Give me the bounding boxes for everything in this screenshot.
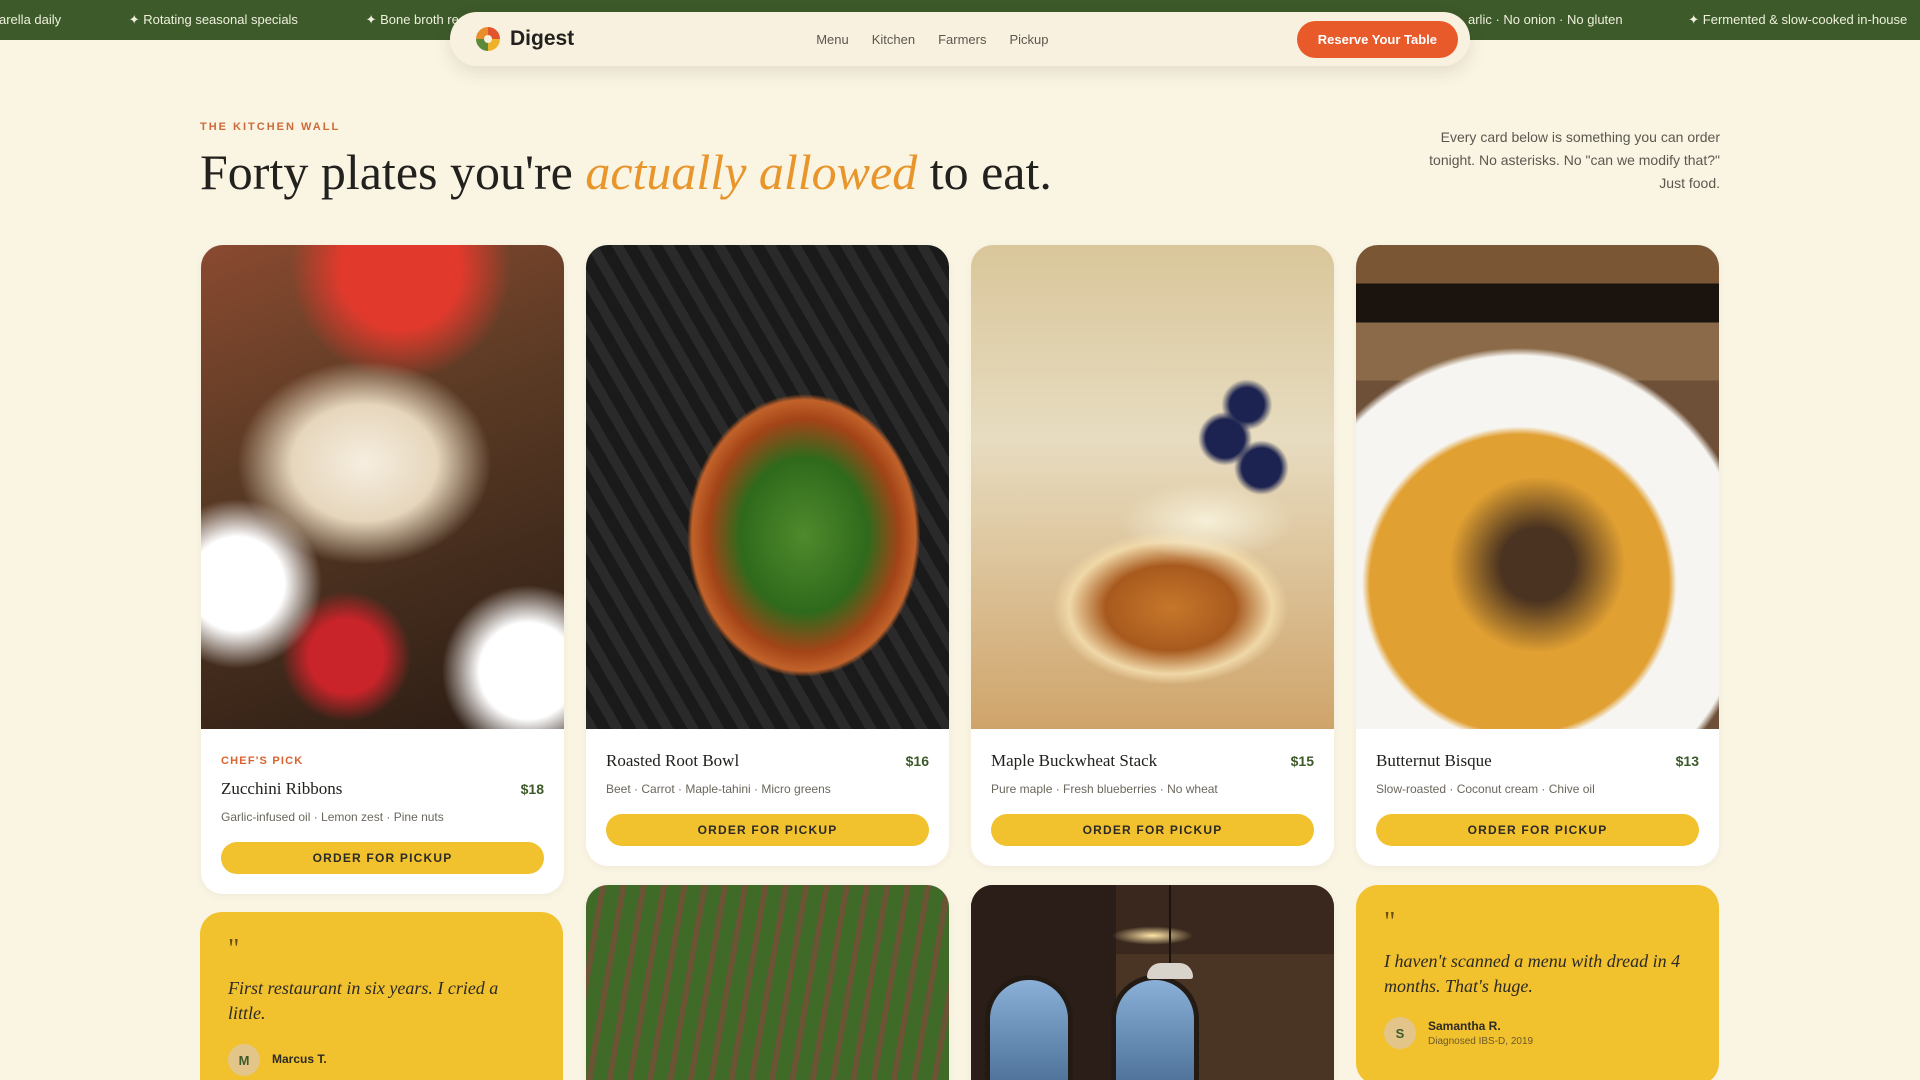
order-for-pickup-button[interactable]: ORDER FOR PICKUP: [1376, 814, 1699, 846]
dish-name: Roasted Root Bowl: [606, 751, 740, 770]
main-navbar: Digest Menu Kitchen Farmers Pickup Reser…: [450, 12, 1470, 66]
card-body: CHEF'S PICK Zucchini Ribbons $18 Garlic-…: [201, 729, 564, 894]
ticker-item: ✦ Bone broth re: [365, 12, 459, 27]
farm-field-image: [586, 885, 949, 1080]
intro-text: Every card below is something you can or…: [1429, 129, 1720, 191]
page-headline: Forty plates you're actually allowed to …: [200, 143, 1052, 201]
avatar: S: [1384, 1017, 1416, 1049]
dish-price: $13: [1675, 753, 1699, 769]
reserve-table-button[interactable]: Reserve Your Table: [1296, 20, 1458, 58]
dish-image-bisque: [1356, 245, 1719, 729]
card-body: Maple Buckwheat Stack $15 Pure maple · F…: [971, 729, 1334, 866]
menu-card-maple-buckwheat-stack[interactable]: Maple Buckwheat Stack $15 Pure maple · F…: [971, 245, 1334, 866]
headline-accent: actually allowed: [585, 144, 918, 200]
nav-links: Menu Kitchen Farmers Pickup: [816, 32, 1048, 47]
card-body: Butternut Bisque $13 Slow-roasted · Coco…: [1356, 729, 1719, 866]
card-title-row: Maple Buckwheat Stack $15: [991, 751, 1314, 771]
author-details: Marcus T.: [272, 1052, 327, 1069]
ticker-track-right: arlic · No onion · No gluten ✦ Fermented…: [1468, 0, 1920, 40]
menu-card-butternut-bisque[interactable]: Butternut Bisque $13 Slow-roasted · Coco…: [1356, 245, 1719, 866]
dish-ingredients: Garlic-infused oil · Lemon zest · Pine n…: [221, 810, 444, 824]
quote-mark-icon: ": [1384, 907, 1396, 938]
quote-mark-icon: ": [228, 934, 240, 965]
section-eyebrow: THE KITCHEN WALL: [200, 121, 341, 133]
dish-price: $16: [905, 753, 929, 769]
card-body: Roasted Root Bowl $16 Beet · Carrot · Ma…: [586, 729, 949, 866]
menu-card-roasted-root-bowl[interactable]: Roasted Root Bowl $16 Beet · Carrot · Ma…: [586, 245, 949, 866]
author-meta: Diagnosed IBS-D, 2019: [1428, 1036, 1534, 1047]
brand-name: Digest: [510, 27, 575, 50]
author-name: Marcus T.: [272, 1051, 327, 1066]
order-for-pickup-button[interactable]: ORDER FOR PICKUP: [991, 814, 1314, 846]
chefs-pick-badge: CHEF'S PICK: [221, 755, 304, 767]
window-decor: [985, 975, 1073, 1080]
card-title-row: Butternut Bisque $13: [1376, 751, 1699, 771]
order-for-pickup-button[interactable]: ORDER FOR PICKUP: [606, 814, 929, 846]
nav-link-pickup[interactable]: Pickup: [1009, 32, 1048, 47]
author-details: Samantha R. Diagnosed IBS-D, 2019: [1428, 1019, 1533, 1047]
testimonial-quote: First restaurant in six years. I cried a…: [228, 978, 499, 1023]
dish-ingredients: Slow-roasted · Coconut cream · Chive oil: [1376, 782, 1595, 796]
testimonial-author: S Samantha R. Diagnosed IBS-D, 2019: [1384, 1017, 1691, 1049]
dish-name: Zucchini Ribbons: [221, 779, 343, 798]
kitchen-interior-card: [971, 885, 1334, 1080]
testimonial-card: " First restaurant in six years. I cried…: [200, 912, 563, 1080]
headline-part-1: Forty plates you're: [200, 144, 586, 200]
testimonial-quote: I haven't scanned a menu with dread in 4…: [1384, 951, 1681, 996]
ticker-item: ✦ Fermented & slow-cooked in-house: [1688, 12, 1908, 27]
dish-name: Maple Buckwheat Stack: [991, 751, 1158, 770]
dish-image-root-bowl: [586, 245, 949, 729]
menu-card-zucchini-ribbons[interactable]: CHEF'S PICK Zucchini Ribbons $18 Garlic-…: [201, 245, 564, 894]
dish-image-zucchini: [201, 245, 564, 729]
headline-part-2: to eat.: [917, 144, 1052, 200]
ticker-track: zzarella daily ✦ Rotating seasonal speci…: [0, 0, 523, 40]
card-title-row: Zucchini Ribbons $18: [221, 779, 544, 799]
order-for-pickup-button[interactable]: ORDER FOR PICKUP: [221, 842, 544, 874]
ticker-item: ✦ Rotating seasonal specials: [128, 12, 298, 27]
brand-logo-icon: [476, 27, 500, 51]
lamp-cord-decor: [1169, 885, 1171, 965]
testimonial-card: " I haven't scanned a menu with dread in…: [1356, 885, 1719, 1080]
dish-ingredients: Beet · Carrot · Maple-tahini · Micro gre…: [606, 782, 831, 796]
dish-image-pancakes: [971, 245, 1334, 729]
nav-link-kitchen[interactable]: Kitchen: [872, 32, 915, 47]
dish-price: $18: [520, 781, 544, 797]
author-name: Samantha R.: [1428, 1019, 1501, 1033]
nav-link-menu[interactable]: Menu: [816, 32, 849, 47]
avatar: M: [228, 1044, 260, 1076]
ticker-item: zzarella daily: [0, 12, 62, 27]
dish-price: $15: [1290, 753, 1314, 769]
farm-photo-card: [586, 885, 949, 1080]
ticker-item: arlic · No onion · No gluten: [1468, 12, 1623, 27]
card-title-row: Roasted Root Bowl $16: [606, 751, 929, 771]
nav-link-farmers[interactable]: Farmers: [938, 32, 986, 47]
pendant-lamp-icon: [1147, 963, 1193, 979]
brand-home-link[interactable]: Digest: [476, 27, 574, 51]
window-decor: [1111, 975, 1199, 1080]
restaurant-interior-image: [971, 885, 1334, 1080]
dish-ingredients: Pure maple · Fresh blueberries · No whea…: [991, 782, 1218, 796]
testimonial-author: M Marcus T.: [228, 1044, 535, 1076]
dish-name: Butternut Bisque: [1376, 751, 1492, 770]
